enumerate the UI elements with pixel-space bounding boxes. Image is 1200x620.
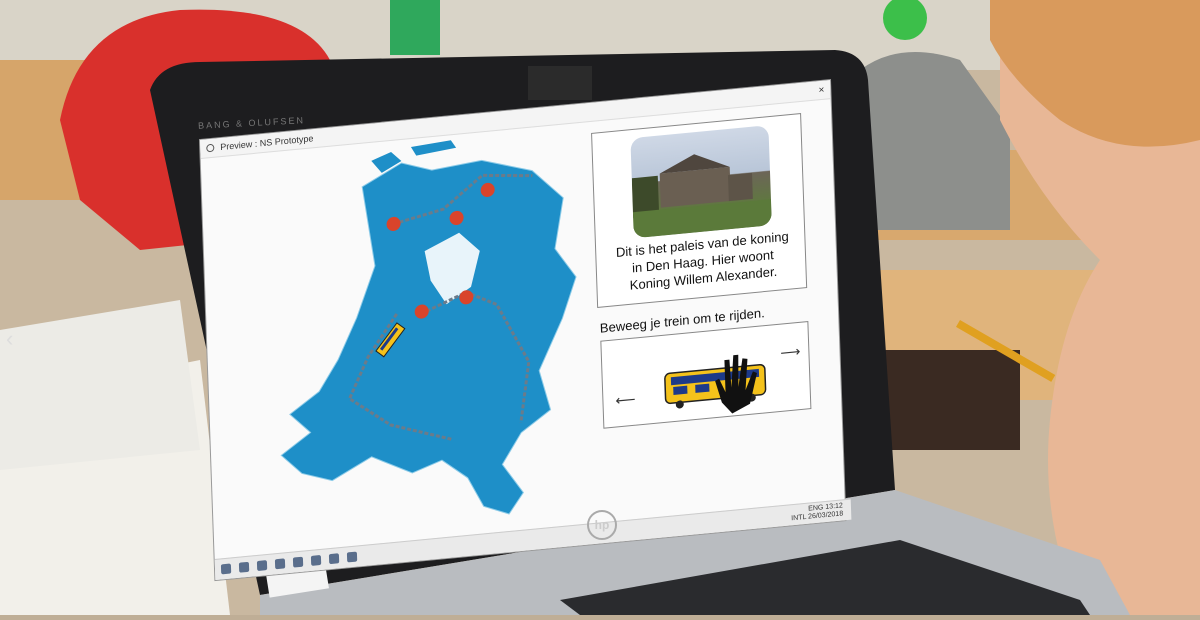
palace-photo bbox=[630, 125, 772, 239]
palace-image bbox=[631, 154, 772, 239]
netherlands-map[interactable] bbox=[241, 125, 599, 543]
hp-logo: hp bbox=[587, 510, 617, 540]
window-title: Preview : NS Prototype bbox=[220, 133, 314, 153]
map-island bbox=[410, 140, 457, 156]
task-view-icon[interactable] bbox=[256, 560, 268, 572]
train-control-panel[interactable]: ⟵ ⟶ bbox=[600, 321, 812, 430]
edge-icon[interactable] bbox=[274, 558, 286, 570]
app-icon bbox=[206, 143, 215, 153]
taskbar-clock[interactable]: ENG 13:12 INTL 26/03/2018 bbox=[791, 502, 843, 523]
previous-arrow-icon[interactable]: ‹ bbox=[6, 326, 13, 352]
close-button[interactable]: × bbox=[818, 84, 824, 96]
search-icon[interactable] bbox=[238, 561, 250, 573]
start-icon[interactable] bbox=[220, 563, 232, 575]
info-text: Dit is het paleis van de koning in Den H… bbox=[604, 226, 802, 296]
train-slider[interactable] bbox=[601, 322, 812, 430]
preview-window: Preview : NS Prototype × Dit is het pale… bbox=[200, 80, 852, 581]
chrome-icon[interactable] bbox=[328, 553, 340, 565]
info-panel: Dit is het paleis van de koning in Den H… bbox=[591, 113, 808, 308]
language-sub-label: INTL bbox=[791, 513, 807, 523]
app-icon[interactable] bbox=[346, 551, 358, 563]
hand-icon bbox=[715, 354, 757, 414]
map-land bbox=[280, 159, 577, 515]
firefox-icon[interactable] bbox=[292, 556, 304, 568]
explorer-icon[interactable] bbox=[310, 554, 322, 566]
